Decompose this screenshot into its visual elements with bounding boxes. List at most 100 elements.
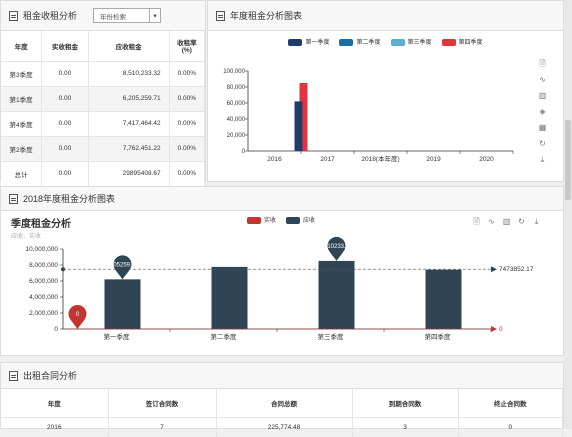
cell-received: 0.00 (41, 61, 89, 87)
x-tick-label: 2020 (479, 156, 494, 163)
x-tick-label: 第一季度 (104, 332, 131, 341)
cell-receivable: 7,762,451.22 (88, 136, 170, 162)
legend-swatch (286, 216, 300, 224)
y-tick-label: 0 (54, 326, 58, 333)
quarter-chart-header: 2018年度租金分析图表 (1, 187, 563, 211)
y-tick-label: 4,000,000 (29, 294, 58, 301)
cell-total: 225,774.48 (216, 417, 353, 437)
quarter-chart: 0 2,000,000 4,000,000 6,000,000 8,000,000 10,… (25, 236, 534, 341)
page-scrollbar[interactable] (564, 0, 572, 429)
document-icon (9, 193, 18, 204)
restore-icon[interactable]: ↻ (538, 139, 547, 148)
cell-expired: 3 (352, 417, 459, 437)
document-icon (216, 10, 225, 21)
y-tick-label: 60,000 (227, 101, 246, 107)
received-line-label: 0 (499, 326, 503, 333)
col-header-total: 合同总额 (216, 389, 353, 418)
chevron-down-icon: ▾ (149, 9, 160, 22)
cell-terminated: 0 (458, 417, 563, 437)
average-line-start (61, 267, 65, 272)
document-icon (9, 10, 18, 21)
average-line-arrow (491, 266, 497, 273)
cell-signed: 7 (108, 417, 217, 437)
col-header-receivable: 应收租金 (88, 31, 170, 62)
table-row: 第3季度 0.00 8,510,233.32 0.00% (1, 61, 206, 87)
bar (104, 279, 141, 329)
table-row: 第2季度 0.00 7,762,451.22 0.00% (1, 136, 206, 162)
scrollbar-thumb[interactable] (565, 120, 571, 200)
cell-receivable: 6,205,259.71 (88, 86, 170, 112)
annual-chart-header: 年度租金分析图表 (208, 1, 563, 31)
col-header-signed: 签订合同数 (108, 389, 217, 418)
cell-rate: 0.00% (169, 111, 206, 137)
cell-period: 总计 (1, 161, 43, 187)
year-filter-select[interactable]: 年份检索 ▾ (93, 8, 162, 23)
cell-period: 第2季度 (1, 136, 43, 162)
quarter-chart-panel: 2018年度租金分析图表 季度租金分析 应收、实收 实收 应收 🗎 ∿ ▥ ↻ ⤓… (0, 186, 564, 356)
bar (425, 269, 462, 329)
tiled-icon[interactable]: ▦ (538, 123, 547, 132)
pin-label: 6205259.71 (107, 262, 139, 268)
cell-receivable: 8,510,233.32 (88, 61, 170, 87)
x-tick-label: 第四季度 (425, 332, 452, 341)
col-header-received: 实收租金 (41, 31, 89, 62)
bar-chart-icon[interactable]: ▥ (538, 91, 547, 100)
bar (294, 101, 303, 151)
legend-label: 实收 (263, 218, 276, 224)
y-tick-label: 8,000,000 (29, 262, 58, 269)
rent-collection-header: 租金收租分析 年份检索 ▾ (1, 1, 205, 31)
line-chart-icon[interactable]: ∿ (487, 217, 496, 226)
cell-receivable: 7,417,464.42 (88, 111, 170, 137)
cell-received: 0.00 (41, 136, 89, 162)
download-icon[interactable]: ⤓ (538, 155, 547, 164)
col-header-terminated: 终止合同数 (458, 389, 563, 418)
cell-rate: 0.00% (169, 136, 206, 162)
cell-rate: 0.00% (169, 86, 206, 112)
x-tick-label: 2017 (320, 156, 335, 163)
legend-item[interactable]: 应收 (286, 215, 315, 224)
y-tick-label: 40,000 (227, 117, 246, 123)
x-tick-label: 第三季度 (318, 332, 345, 341)
table-row: 第4季度 0.00 7,417,464.42 0.00% (1, 111, 206, 137)
rent-collection-title: 租金收租分析 (23, 11, 78, 21)
download-icon[interactable]: ⤓ (532, 217, 541, 226)
table-row: 总计 0.00 29895408.67 0.00% (1, 161, 206, 187)
received-marker: 0 (68, 305, 87, 329)
annual-chart: 0 20,000 40,000 60,000 80,000 100,000 2016 2017… (223, 69, 514, 163)
cell-rate: 0.00% (169, 61, 206, 87)
average-line-label: 7473852.17 (499, 266, 534, 273)
x-tick-label: 2019 (426, 156, 441, 163)
annual-chart-title: 年度租金分析图表 (230, 11, 303, 21)
data-view-icon[interactable]: 🗎 (538, 59, 547, 68)
contract-table: 年度 签订合同数 合同总额 到期合同数 终止合同数 2016 7 225,774… (1, 389, 563, 437)
contract-header: 出租合同分析 (1, 363, 563, 389)
rent-table: 年度 实收租金 应收租金 收租率 (%) 第3季度 0.00 8,510,233.3… (1, 31, 206, 187)
quarter-chart-legend: 实收 应收 (201, 215, 361, 224)
data-view-icon[interactable]: 🗎 (472, 217, 481, 226)
x-tick-label: 2016 (267, 156, 282, 163)
line-chart-icon[interactable]: ∿ (538, 75, 547, 84)
bar (211, 266, 248, 329)
table-row: 2016 7 225,774.48 3 0 (1, 417, 563, 437)
quarter-chart-panel-title: 2018年度租金分析图表 (23, 194, 116, 204)
x-tick-label: 第二季度 (211, 332, 238, 341)
received-line-arrow (491, 326, 497, 332)
x-tick-label: 2018(本年度) (361, 154, 399, 163)
cell-received: 0.00 (41, 86, 89, 112)
bar-chart-icon[interactable]: ▥ (502, 217, 511, 226)
legend-label: 应收 (303, 218, 316, 224)
document-icon (9, 370, 18, 381)
stack-icon[interactable]: ◈ (538, 107, 547, 116)
legend-item[interactable]: 实收 (246, 215, 276, 224)
restore-icon[interactable]: ↻ (517, 217, 526, 226)
cell-period: 第4季度 (1, 111, 43, 137)
rent-collection-panel: 租金收租分析 年份检索 ▾ 年度 实收租金 应收租金 收租率 (%) 第3季度 0… (0, 0, 206, 187)
cell-year: 2016 (1, 417, 109, 437)
pin-label: 8510233.32 (321, 244, 353, 250)
cell-period: 第1季度 (1, 86, 43, 112)
legend-swatch (246, 216, 261, 224)
y-tick-label: 6,000,000 (29, 278, 58, 285)
cell-period: 第3季度 (1, 61, 43, 87)
contract-title: 出租合同分析 (23, 371, 78, 381)
y-tick-label: 100,000 (223, 69, 245, 75)
